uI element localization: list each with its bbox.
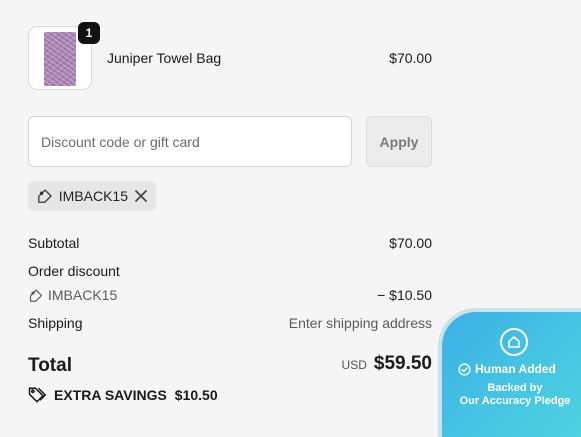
close-icon [135, 190, 147, 202]
product-thumbnail: 1 [28, 22, 100, 90]
badge-title: Human Added [458, 362, 556, 376]
order-discount-code-row: IMBACK15 [28, 287, 117, 303]
product-name: Juniper Towel Bag [107, 50, 222, 66]
cart-line-item: 1 Juniper Towel Bag $70.00 [28, 22, 432, 92]
total-value: USD $59.50 [342, 353, 432, 375]
product-price: $70.00 [389, 50, 432, 66]
tag-icon [38, 189, 52, 203]
applied-code-label: IMBACK15 [58, 188, 128, 204]
shipping-value: Enter shipping address [288, 315, 432, 331]
total-label: Total [28, 355, 72, 376]
currency-code: USD [341, 358, 367, 372]
savings-value: $10.50 [174, 387, 218, 403]
subtotal-value: $70.00 [389, 235, 432, 251]
shipping-label: Shipping [28, 315, 83, 331]
tags-icon [28, 387, 46, 403]
badge-line-1: Backed by [487, 382, 543, 394]
subtotal-label: Subtotal [28, 235, 80, 251]
extra-savings: EXTRA SAVINGS $10.50 [28, 386, 218, 404]
badge-title-text: Human Added [475, 362, 556, 376]
check-circle-icon [458, 362, 471, 376]
quantity-badge: 1 [78, 22, 100, 44]
product-image [44, 32, 76, 86]
savings-label: EXTRA SAVINGS [54, 387, 167, 403]
apply-button[interactable]: Apply [366, 116, 432, 167]
discount-code-input[interactable] [28, 116, 352, 167]
tag-icon [29, 289, 42, 302]
badge-line-2: Our Accuracy Pledge [459, 395, 571, 407]
total-amount: $59.50 [373, 353, 432, 374]
home-icon [500, 328, 528, 356]
applied-discount-chip: IMBACK15 [28, 181, 156, 211]
order-discount-code: IMBACK15 [48, 287, 118, 303]
order-discount-label: Order discount [28, 263, 120, 279]
remove-code-button[interactable] [134, 189, 148, 203]
order-discount-value: − $10.50 [377, 287, 432, 303]
accuracy-pledge-badge[interactable]: Human Added Backed by Our Accuracy Pledg… [442, 312, 581, 437]
